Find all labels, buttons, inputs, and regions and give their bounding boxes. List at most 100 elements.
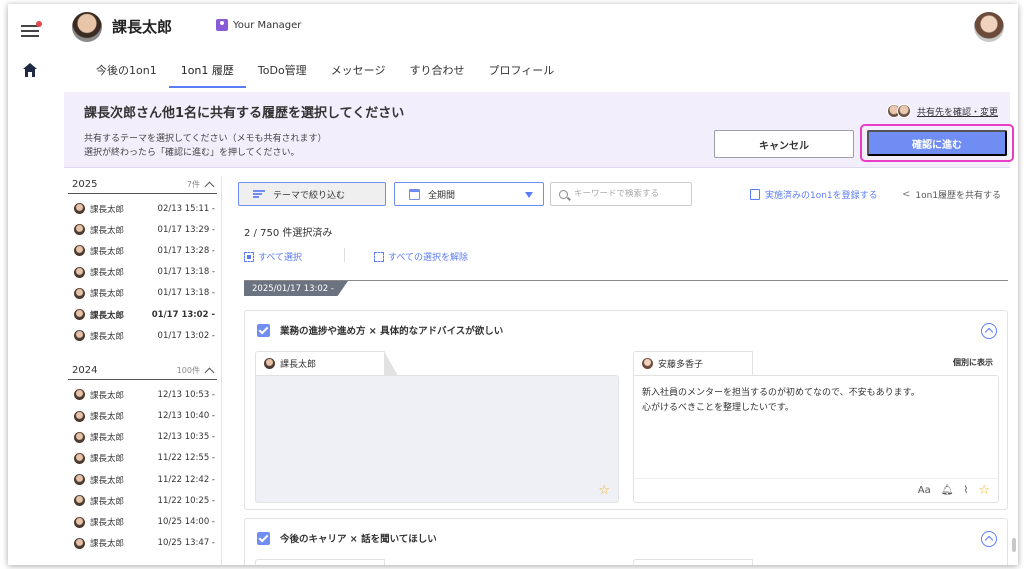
list-item[interactable]: 課長太郎 11/22 12:55 - (64, 448, 221, 469)
list-item[interactable]: 課長太郎 02/13 15:11 - (64, 198, 221, 219)
list-item[interactable]: 課長太郎 12/13 10:35 - (64, 427, 221, 448)
card-header: 今後のキャリア × 話を聞いてほしい (257, 531, 437, 545)
select-all-button[interactable]: すべて選択 (244, 250, 302, 263)
list-item-selected[interactable]: 課長太郎 01/17 13:02 - (64, 304, 221, 325)
theme-checkbox[interactable] (257, 323, 270, 337)
note-line2: 心がけるべきことを整理したいです。 (642, 403, 794, 413)
item-date: 12/13 10:35 - (157, 432, 215, 443)
tab-upcoming[interactable]: 今後の1on1 (84, 56, 169, 88)
share-icon: < (902, 189, 911, 200)
item-date: 01/17 13:29 - (157, 224, 215, 235)
collapse-icon[interactable] (981, 323, 997, 339)
note-tab: 安藤多香子 (633, 351, 753, 375)
star-icon[interactable]: ☆ (598, 483, 610, 498)
list-item[interactable]: 課長太郎 11/22 12:42 - (64, 469, 221, 490)
avatar (74, 203, 85, 215)
avatar (74, 537, 85, 549)
history-sidebar: 2025 7件 課長太郎 02/13 15:11 - 課長太郎 01/17 13:2… (64, 176, 222, 565)
list-item[interactable]: 課長太郎 12/13 10:53 - (64, 384, 221, 405)
main-content: テーマで絞り込む 全期間 実施済みの1on1を登録する < 1on1履歴を共有す… (230, 176, 1018, 565)
list-item[interactable]: 課長太郎 01/17 13:28 - (64, 240, 221, 261)
caret-down-icon (525, 192, 533, 198)
font-icon[interactable]: Aa (918, 483, 931, 498)
period-select[interactable]: 全期間 (394, 182, 544, 206)
banner-desc-line2: 選択が終わったら「確認に進む」を押してください。 (84, 148, 300, 158)
item-name: 課長太郎 (90, 475, 125, 486)
banner-desc-line1: 共有するテーマを選択してください（メモも共有されます） (84, 134, 327, 144)
show-individually-toggle[interactable]: 個別に表示 (953, 357, 993, 368)
period-value: 全期間 (428, 190, 456, 201)
item-date: 01/17 13:18 - (157, 288, 215, 299)
item-date: 11/22 12:55 - (157, 453, 215, 464)
user-avatar[interactable] (72, 12, 102, 42)
chevron-up-icon[interactable] (204, 367, 215, 378)
confirm-button[interactable]: 確認に進む (867, 130, 1007, 156)
paperclip-icon[interactable]: ⌇ (963, 483, 968, 498)
list-item[interactable]: 課長太郎 10/25 14:00 - (64, 511, 221, 532)
account-avatar[interactable] (974, 12, 1004, 42)
avatar (642, 358, 653, 369)
tab-todo[interactable]: ToDo管理 (246, 56, 319, 88)
chevron-up-icon[interactable] (204, 181, 215, 191)
menu-icon[interactable] (21, 21, 42, 38)
cancel-button[interactable]: キャンセル (714, 130, 854, 158)
card-title: 業務の進捗や進め方 × 具体的なアドバイスが欲しい (280, 326, 504, 337)
theme-checkbox[interactable] (257, 531, 270, 545)
search-input[interactable] (574, 189, 684, 199)
note-tab: 課長太郎 (255, 351, 398, 376)
deselect-all-button[interactable]: すべての選択を解除 (374, 250, 468, 263)
tab-bar: 今後の1on1 1on1 履歴 ToDo管理 メッセージ すり合わせ プロフィー… (84, 56, 566, 88)
collapse-icon[interactable] (981, 531, 997, 547)
item-name: 課長太郎 (90, 225, 125, 236)
avatar (74, 224, 85, 236)
year-group-2024: 2024 100件 課長太郎 12/13 10:53 - 課長太郎 12/13 10… (64, 362, 221, 554)
item-name: 課長太郎 (90, 289, 125, 300)
notification-dot (36, 21, 42, 27)
list-item[interactable]: 課長太郎 01/17 13:02 - (64, 325, 221, 346)
calendar-icon (409, 188, 420, 200)
tab-messages[interactable]: メッセージ (319, 56, 398, 88)
bell-icon[interactable]: 🔔︎ (941, 483, 954, 498)
list-item[interactable]: 課長太郎 01/17 13:18 - (64, 283, 221, 304)
avatar (74, 495, 85, 507)
item-name: 課長太郎 (90, 433, 125, 444)
year-header[interactable]: 2025 7件 (68, 176, 217, 194)
item-name: 課長太郎 (90, 390, 125, 401)
tab-history[interactable]: 1on1 履歴 (168, 56, 246, 88)
year-header[interactable]: 2024 100件 (68, 362, 217, 381)
note-line1: 新入社員のメンターを担当するのが初めてなので、不安もあります。 (642, 388, 920, 398)
home-icon[interactable] (22, 62, 38, 78)
tab-alignment[interactable]: すり合わせ (397, 56, 476, 88)
item-name: 課長太郎 (90, 496, 125, 507)
scrollbar[interactable] (1012, 538, 1016, 552)
recipient-avatars (886, 104, 911, 118)
list-item[interactable]: 課長太郎 01/17 13:18 - (64, 262, 221, 283)
item-name: 課長太郎 (90, 331, 125, 342)
share-target-link[interactable]: 共有先を確認・変更 (886, 104, 998, 118)
avatar (74, 452, 85, 464)
theme-filter-label: テーマで絞り込む (273, 189, 346, 200)
member-note: 安藤多香子 個別に表示 新入社員のメンターを担当するのが初めてなので、不安もあり… (633, 351, 999, 503)
avatar (74, 431, 85, 443)
avatar (74, 245, 85, 257)
banner-description: 共有するテーマを選択してください（メモも共有されます） 選択が終わったら「確認に… (84, 132, 326, 160)
confirm-highlight: 確認に進む (860, 124, 1014, 162)
tab-profile[interactable]: プロフィール (476, 56, 566, 88)
register-label: 実施済みの1on1を登録する (765, 191, 878, 201)
list-item[interactable]: 課長太郎 01/17 13:29 - (64, 219, 221, 240)
share-history-link[interactable]: < 1on1履歴を共有する (902, 188, 1001, 201)
list-item[interactable]: 課長太郎 11/22 10:25 - (64, 490, 221, 511)
register-session-link[interactable]: 実施済みの1on1を登録する (750, 188, 878, 201)
item-date: 01/17 13:18 - (157, 267, 215, 278)
theme-filter-button[interactable]: テーマで絞り込む (238, 182, 386, 206)
select-all-label: すべて選択 (258, 253, 303, 263)
list-item[interactable]: 課長太郎 10/25 13:47 - (64, 533, 221, 554)
note-tab (255, 559, 385, 565)
item-name: 課長太郎 (90, 412, 125, 423)
star-icon[interactable]: ☆ (978, 483, 990, 498)
item-date: 01/17 13:28 - (157, 245, 215, 256)
avatar (74, 266, 85, 278)
list-item[interactable]: 課長太郎 12/13 10:40 - (64, 406, 221, 427)
year-group-2025: 2025 7件 課長太郎 02/13 15:11 - 課長太郎 01/17 13:2… (64, 176, 221, 346)
selection-count: 2 / 750 件選択済み (244, 228, 333, 239)
